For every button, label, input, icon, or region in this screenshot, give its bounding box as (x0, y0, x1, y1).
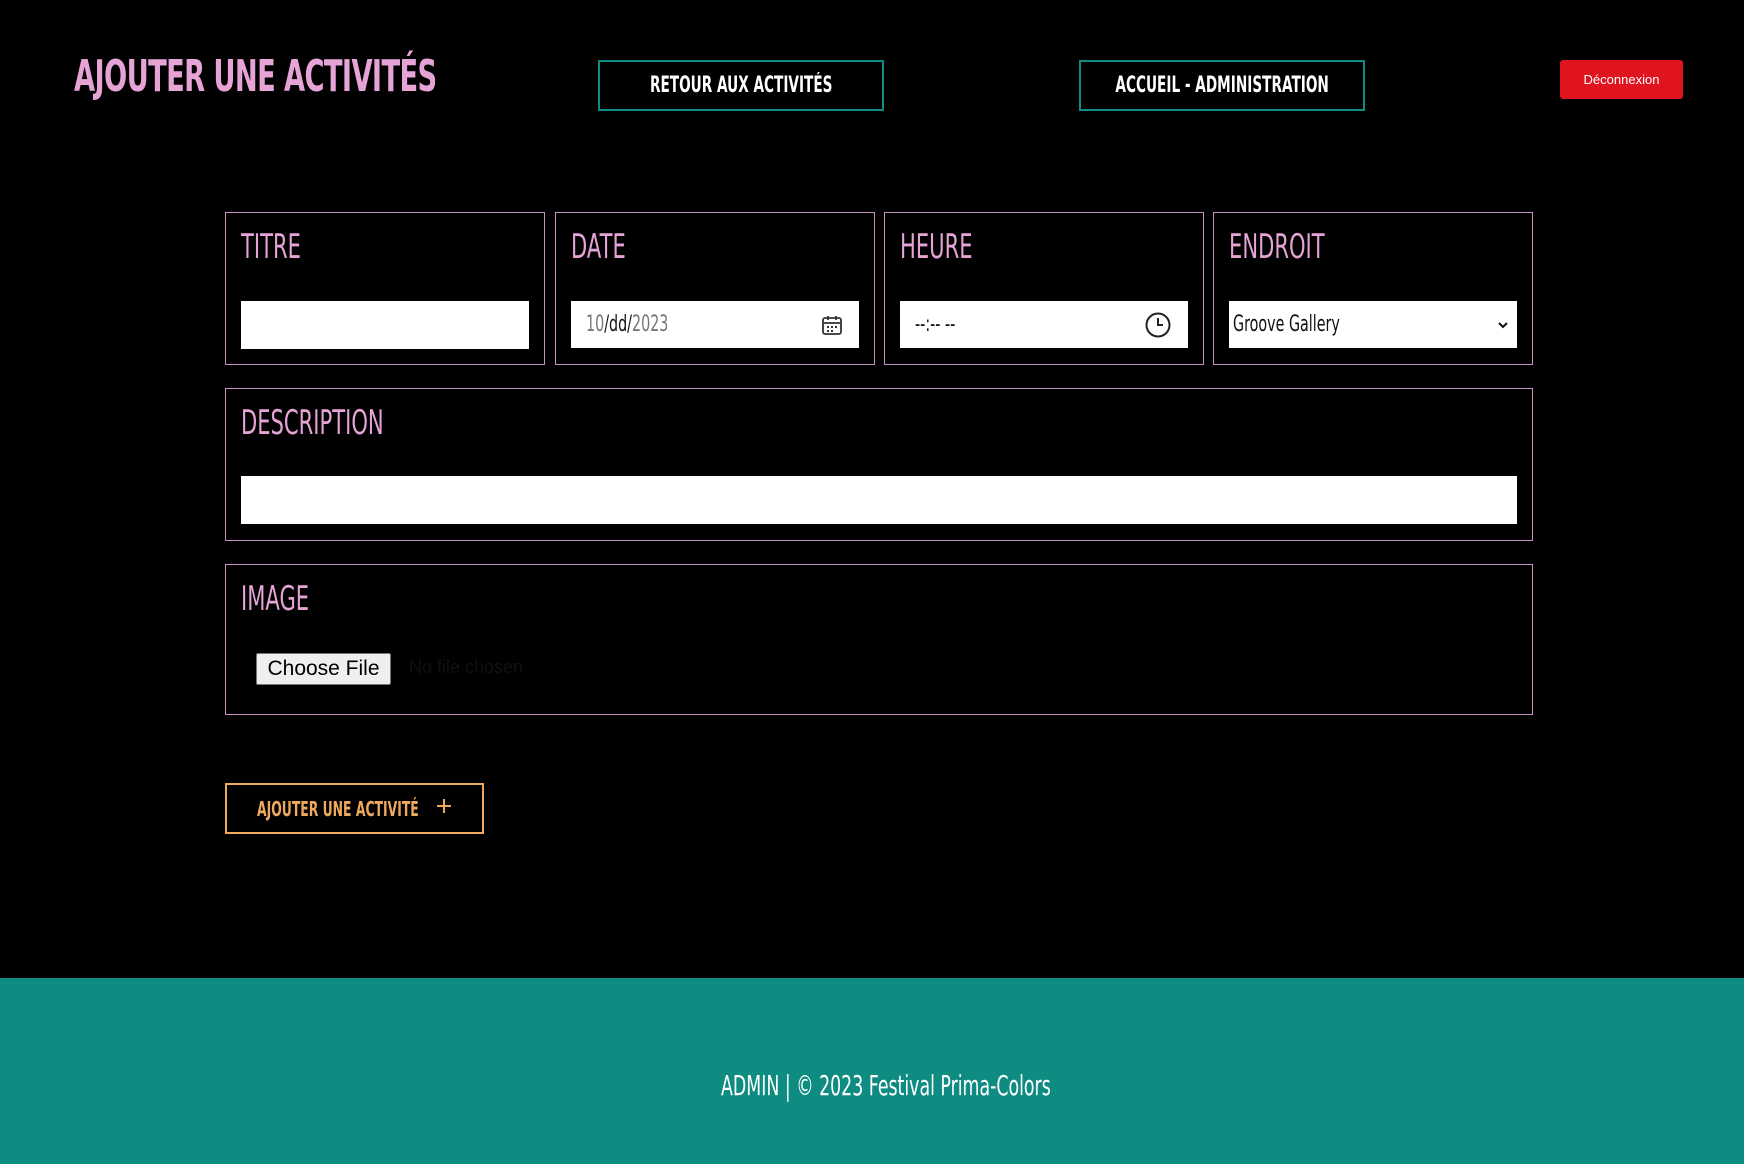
date-input[interactable]: 10/dd/2023 (571, 301, 859, 348)
date-day: dd (609, 312, 628, 337)
back-to-activities-label: RETOUR AUX ACTIVITÉS (649, 73, 833, 98)
date-month: 10 (586, 312, 605, 337)
clock-icon[interactable] (1144, 311, 1172, 339)
titre-label: TITRE (241, 227, 301, 267)
add-activity-label: AJOUTER UNE ACTIVITÉ (257, 796, 419, 821)
date-box: DATE 10/dd/2023 (555, 212, 875, 365)
endroit-selected-value: Groove Gallery (1233, 312, 1340, 337)
heure-label: HEURE (900, 227, 973, 267)
footer-copyright: ADMIN | © 2023 Festival Prima-Colors (721, 1069, 1051, 1102)
heure-value: --:-- -- (915, 312, 956, 337)
admin-home-label: ACCUEIL - ADMINISTRATION (1115, 73, 1329, 98)
endroit-box: ENDROIT Groove Gallery (1213, 212, 1533, 365)
titre-input[interactable] (241, 301, 529, 349)
image-box: IMAGE Choose File No file chosen (225, 564, 1533, 715)
footer: ADMIN | © 2023 Festival Prima-Colors (0, 978, 1744, 1164)
page-title: AJOUTER UNE ACTIVITÉS (74, 51, 437, 102)
description-label: DESCRIPTION (241, 403, 384, 443)
description-input[interactable] (241, 476, 1517, 524)
date-value: 10/dd/2023 (586, 312, 668, 337)
admin-home-button[interactable]: ACCUEIL - ADMINISTRATION (1079, 60, 1365, 111)
chevron-down-icon (1497, 320, 1509, 330)
endroit-label: ENDROIT (1229, 227, 1325, 267)
back-to-activities-button[interactable]: RETOUR AUX ACTIVITÉS (598, 60, 884, 111)
heure-input[interactable]: --:-- -- (900, 301, 1188, 348)
image-label: IMAGE (241, 579, 310, 619)
logout-button[interactable]: Déconnexion (1560, 60, 1683, 99)
choose-file-button[interactable]: Choose File (256, 653, 391, 685)
plus-icon (435, 797, 453, 820)
heure-box: HEURE --:-- -- (884, 212, 1204, 365)
page: AJOUTER UNE ACTIVITÉS RETOUR AUX ACTIVIT… (0, 0, 1744, 1164)
endroit-select[interactable]: Groove Gallery (1229, 301, 1517, 348)
calendar-icon[interactable] (821, 314, 843, 336)
description-box: DESCRIPTION (225, 388, 1533, 541)
titre-box: TITRE (225, 212, 545, 365)
add-activity-button[interactable]: AJOUTER UNE ACTIVITÉ (225, 783, 484, 834)
file-status-text: No file chosen (409, 657, 524, 677)
date-year: 2023 (632, 312, 669, 337)
date-label: DATE (571, 227, 626, 267)
